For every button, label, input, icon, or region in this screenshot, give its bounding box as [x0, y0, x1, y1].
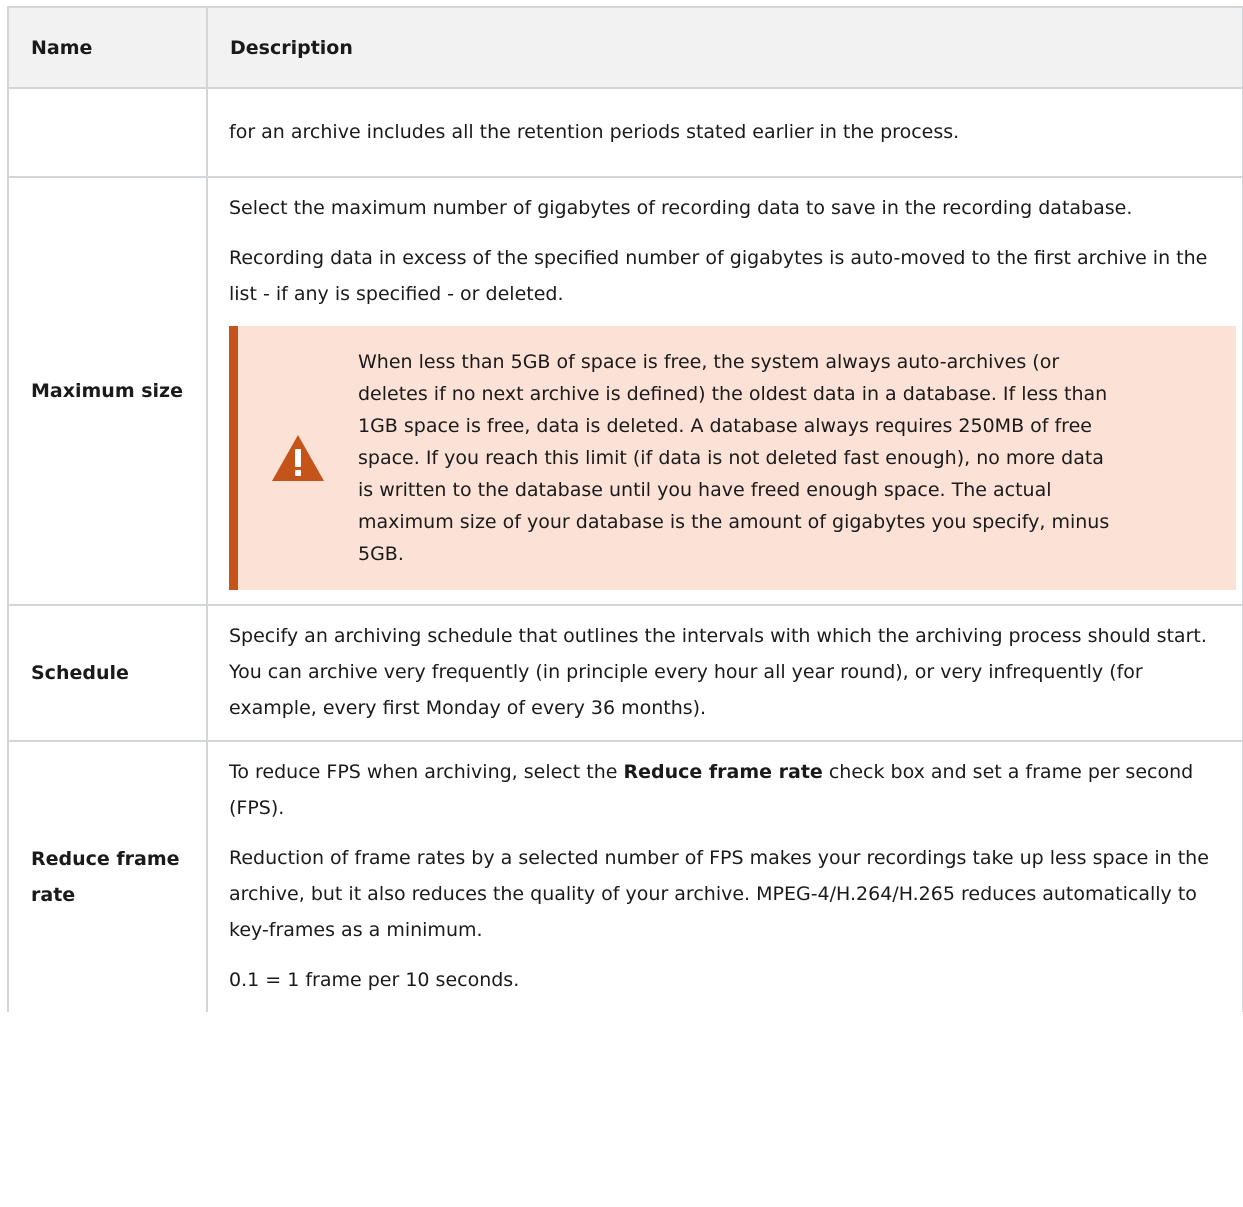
row-name-reduce-frame-rate: Reduce frame rate	[7, 740, 208, 1012]
table-row: Maximum size Select the maximum number o…	[7, 176, 1243, 606]
description-paragraph: Recording data in excess of the specifie…	[229, 247, 1208, 305]
row-name-continued	[7, 87, 208, 178]
description-paragraph: 0.1 = 1 frame per 10 seconds.	[229, 969, 520, 991]
warning-callout: When less than 5GB of space is free, the…	[229, 326, 1236, 590]
description-paragraph: Specify an archiving schedule that outli…	[229, 625, 1207, 719]
column-header-name: Name	[7, 6, 208, 89]
table-header-row: Name Description	[7, 6, 1243, 89]
column-header-description: Description	[206, 6, 1243, 89]
ui-element-reference: Reduce frame rate	[623, 761, 823, 783]
row-name-maximum-size: Maximum size	[7, 176, 208, 606]
text-run: To reduce FPS when archiving, select the	[229, 761, 624, 783]
table-row: Schedule Specify an archiving schedule t…	[7, 604, 1243, 742]
description-paragraph: Reduction of frame rates by a selected n…	[229, 847, 1209, 941]
settings-table: Name Description for an archive includes…	[7, 6, 1243, 1012]
table-row: Reduce frame rate To reduce FPS when arc…	[7, 740, 1243, 1012]
description-paragraph: Select the maximum number of gigabytes o…	[229, 197, 1133, 219]
row-description: Specify an archiving schedule that outli…	[206, 604, 1243, 742]
row-description: Select the maximum number of gigabytes o…	[206, 176, 1243, 606]
description-paragraph: for an archive includes all the retentio…	[229, 120, 960, 143]
row-description: for an archive includes all the retentio…	[206, 87, 1243, 178]
warning-triangle-icon	[272, 435, 324, 481]
description-paragraph: To reduce FPS when archiving, select the…	[229, 754, 1236, 826]
warning-text: When less than 5GB of space is free, the…	[358, 351, 1110, 565]
row-description: To reduce FPS when archiving, select the…	[206, 740, 1243, 1012]
row-name-schedule: Schedule	[7, 604, 208, 742]
table-row: for an archive includes all the retentio…	[7, 87, 1243, 178]
